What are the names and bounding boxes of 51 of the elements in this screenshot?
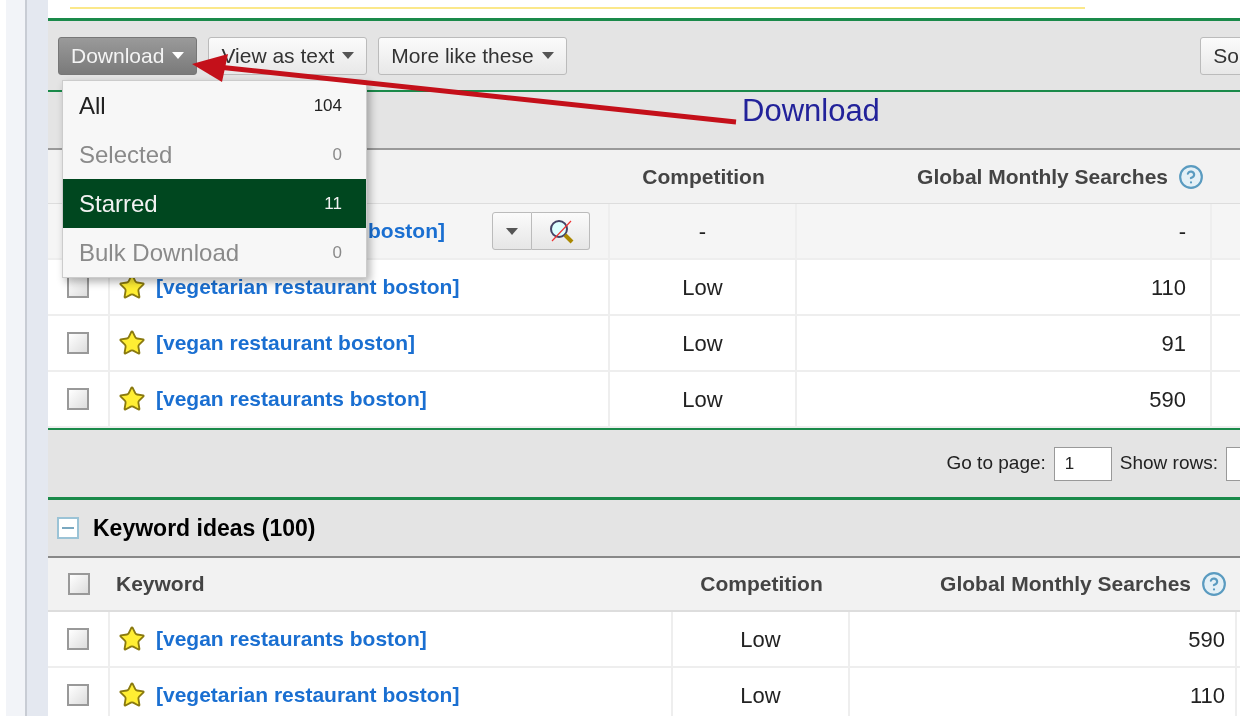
caret-icon bbox=[172, 52, 185, 59]
table-cell-text: Low bbox=[682, 273, 723, 302]
checkbox[interactable] bbox=[67, 276, 89, 298]
keyword-link[interactable]: [vegan restaurant boston] bbox=[156, 327, 416, 359]
caret-icon bbox=[541, 52, 554, 59]
star-icon[interactable] bbox=[118, 681, 146, 709]
keyword-link[interactable]: [vegan restaurants boston] bbox=[156, 383, 427, 415]
menu-item[interactable]: All 104 bbox=[63, 81, 366, 130]
checkbox[interactable] bbox=[67, 684, 89, 706]
annotation-label: Download bbox=[742, 92, 880, 130]
toolbar-button[interactable]: So bbox=[1200, 36, 1240, 75]
keyword-link[interactable]: boston] bbox=[368, 215, 445, 247]
help-icon[interactable] bbox=[1201, 571, 1227, 597]
table-cell-text: Low bbox=[740, 681, 781, 710]
caret-icon bbox=[342, 52, 355, 59]
table-cell-text: 590 bbox=[1188, 625, 1225, 654]
dropdown-button[interactable] bbox=[492, 212, 532, 250]
table-cell-text: 110 bbox=[1189, 681, 1225, 710]
table-cell-text: - bbox=[698, 217, 707, 246]
checkbox[interactable] bbox=[67, 388, 89, 410]
keyword-link[interactable]: [vegan restaurants boston] bbox=[156, 623, 427, 655]
pager-label: Go to page: bbox=[946, 451, 1046, 476]
table-cell-text: Low bbox=[740, 625, 781, 654]
page-field[interactable]: 1 bbox=[1053, 446, 1112, 481]
collapse-toggle[interactable] bbox=[57, 517, 79, 539]
pager-label: Show rows: bbox=[1119, 451, 1218, 476]
dropdown-button[interactable]: View as text bbox=[208, 36, 368, 75]
checkbox[interactable] bbox=[68, 573, 90, 595]
column-header[interactable]: Competition bbox=[642, 160, 765, 193]
table-cell-text: - bbox=[1178, 217, 1186, 246]
checkbox[interactable] bbox=[67, 332, 89, 354]
caret-icon bbox=[506, 227, 518, 235]
table-cell-text: 91 bbox=[1161, 329, 1186, 358]
dropdown-button[interactable]: More like these bbox=[378, 36, 567, 75]
column-header[interactable]: Keyword bbox=[116, 568, 205, 600]
column-header[interactable]: Competition bbox=[700, 568, 823, 600]
keyword-link[interactable]: [vegetarian restaurant boston] bbox=[156, 679, 460, 711]
checkbox[interactable] bbox=[67, 628, 89, 650]
star-icon[interactable] bbox=[118, 625, 146, 653]
menu-item[interactable]: Starred 11 bbox=[63, 179, 366, 228]
star-icon[interactable] bbox=[118, 329, 146, 357]
search-button[interactable] bbox=[532, 212, 590, 250]
column-header[interactable]: Global Monthly Searches bbox=[917, 160, 1168, 193]
column-header[interactable]: Global Monthly Searches bbox=[940, 568, 1191, 600]
star-icon[interactable] bbox=[118, 385, 146, 413]
table-cell-text: Low bbox=[682, 385, 723, 414]
section-title: Keyword ideas (100) bbox=[93, 513, 316, 543]
table-cell-text: Low bbox=[682, 329, 723, 358]
table-cell-text: 590 bbox=[1149, 385, 1186, 414]
help-icon[interactable] bbox=[1178, 163, 1204, 190]
table-cell-text: 110 bbox=[1150, 273, 1186, 302]
